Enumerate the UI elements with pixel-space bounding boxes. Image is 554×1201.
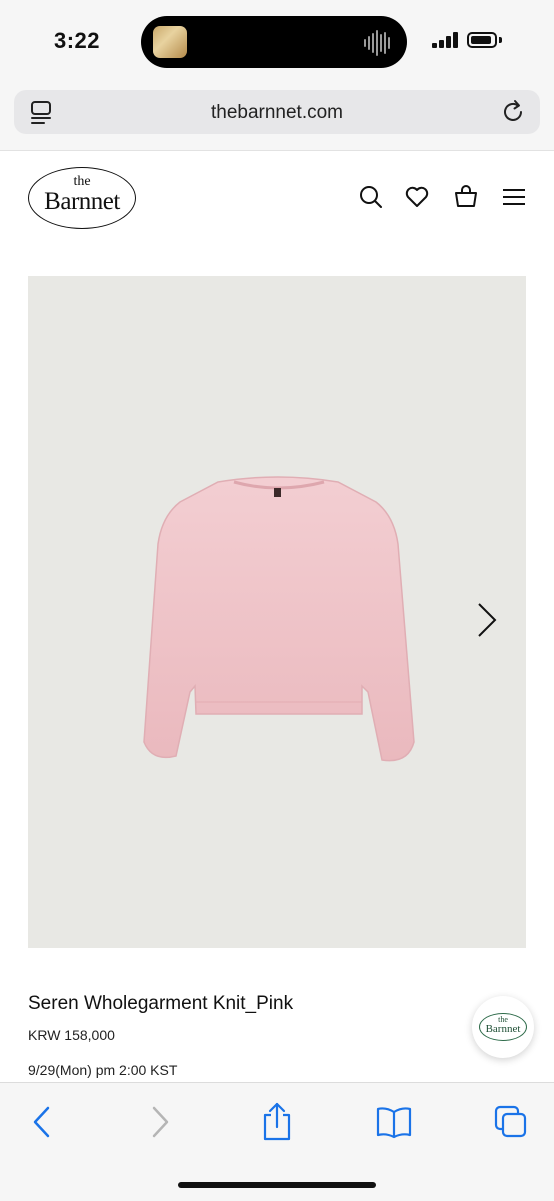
tabs-icon[interactable] — [494, 1105, 528, 1139]
heart-icon[interactable] — [404, 184, 430, 210]
battery-tip — [499, 37, 502, 43]
product-release-date: 9/29(Mon) pm 2:00 KST — [28, 1062, 178, 1078]
url-text[interactable]: thebarnnet.com — [14, 102, 540, 124]
audio-waveform-icon — [364, 30, 390, 56]
product-image-sweater — [143, 476, 415, 762]
menu-icon[interactable] — [501, 184, 527, 210]
chat-widget-logo: the Barnnet — [479, 1013, 527, 1041]
now-playing-artwork — [153, 26, 187, 58]
cellular-signal-icon — [432, 32, 458, 48]
site-logo[interactable]: the Barnnet — [28, 167, 136, 229]
chat-widget-button[interactable]: the Barnnet — [472, 996, 534, 1058]
product-image-carousel[interactable] — [28, 276, 526, 948]
home-indicator[interactable] — [178, 1182, 376, 1188]
product-price: KRW 158,000 — [28, 1027, 115, 1043]
status-time: 3:22 — [54, 28, 101, 53]
battery-icon — [467, 32, 497, 48]
browser-address-area: thebarnnet.com — [0, 84, 554, 151]
reload-icon[interactable] — [502, 99, 526, 125]
share-icon[interactable] — [260, 1101, 294, 1141]
logo-name: Barnnet — [44, 188, 120, 215]
search-icon[interactable] — [358, 184, 384, 210]
forward-icon[interactable] — [150, 1105, 172, 1139]
chat-logo-name: Barnnet — [485, 1023, 521, 1035]
address-bar[interactable]: thebarnnet.com — [14, 90, 540, 134]
dynamic-island[interactable] — [141, 16, 407, 68]
carousel-next-icon[interactable] — [476, 602, 498, 638]
bag-icon[interactable] — [453, 184, 479, 210]
product-title: Seren Wholegarment Knit_Pink — [28, 993, 294, 1014]
back-icon[interactable] — [30, 1105, 52, 1139]
bookmarks-icon[interactable] — [376, 1105, 412, 1139]
status-bar: 3:22 — [0, 0, 554, 84]
